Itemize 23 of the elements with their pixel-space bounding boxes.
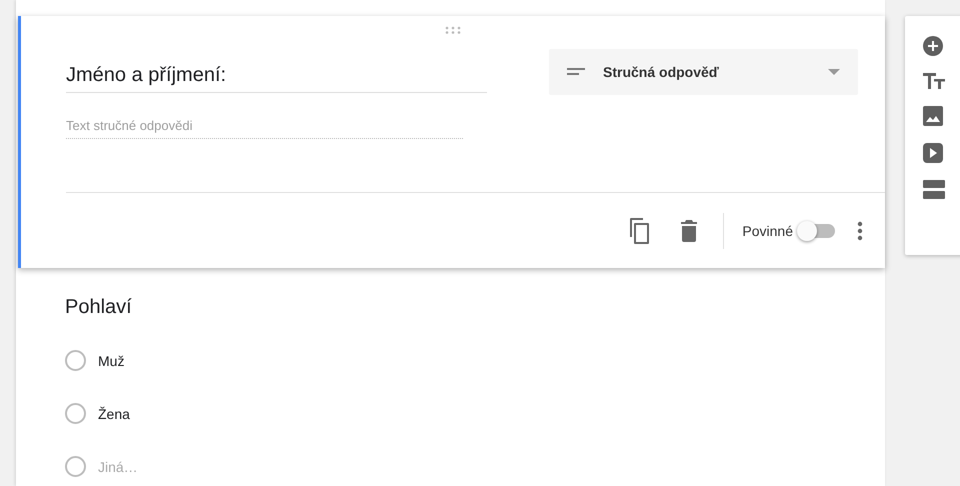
short-answer-field: Text stručné odpovědi bbox=[66, 118, 463, 139]
required-toggle[interactable] bbox=[799, 224, 835, 238]
question-title: Pohlaví bbox=[65, 296, 133, 320]
question-type-dropdown[interactable]: Stručná odpověď bbox=[549, 49, 858, 95]
option-label: Jiná… bbox=[98, 458, 138, 474]
short-text-icon bbox=[567, 68, 585, 76]
radio-button[interactable] bbox=[65, 403, 86, 424]
radio-button[interactable] bbox=[65, 456, 86, 477]
add-icon[interactable] bbox=[923, 36, 943, 56]
radio-button[interactable] bbox=[65, 350, 86, 371]
copy-icon[interactable] bbox=[629, 218, 652, 244]
trash-icon[interactable] bbox=[681, 220, 698, 242]
drag-handle-icon[interactable] bbox=[445, 26, 461, 34]
caret-icon bbox=[828, 69, 840, 75]
image-icon[interactable] bbox=[923, 106, 943, 126]
question-title-field[interactable]: Jméno a příjmení: bbox=[66, 49, 487, 93]
text-format-icon[interactable] bbox=[923, 73, 945, 89]
required-label: Povinné bbox=[742, 223, 793, 239]
option-label: Muž bbox=[98, 352, 124, 368]
section-icon[interactable] bbox=[923, 180, 945, 200]
option-label: Žena bbox=[98, 406, 130, 422]
more-options-icon[interactable] bbox=[857, 221, 863, 241]
video-icon[interactable] bbox=[923, 143, 943, 163]
